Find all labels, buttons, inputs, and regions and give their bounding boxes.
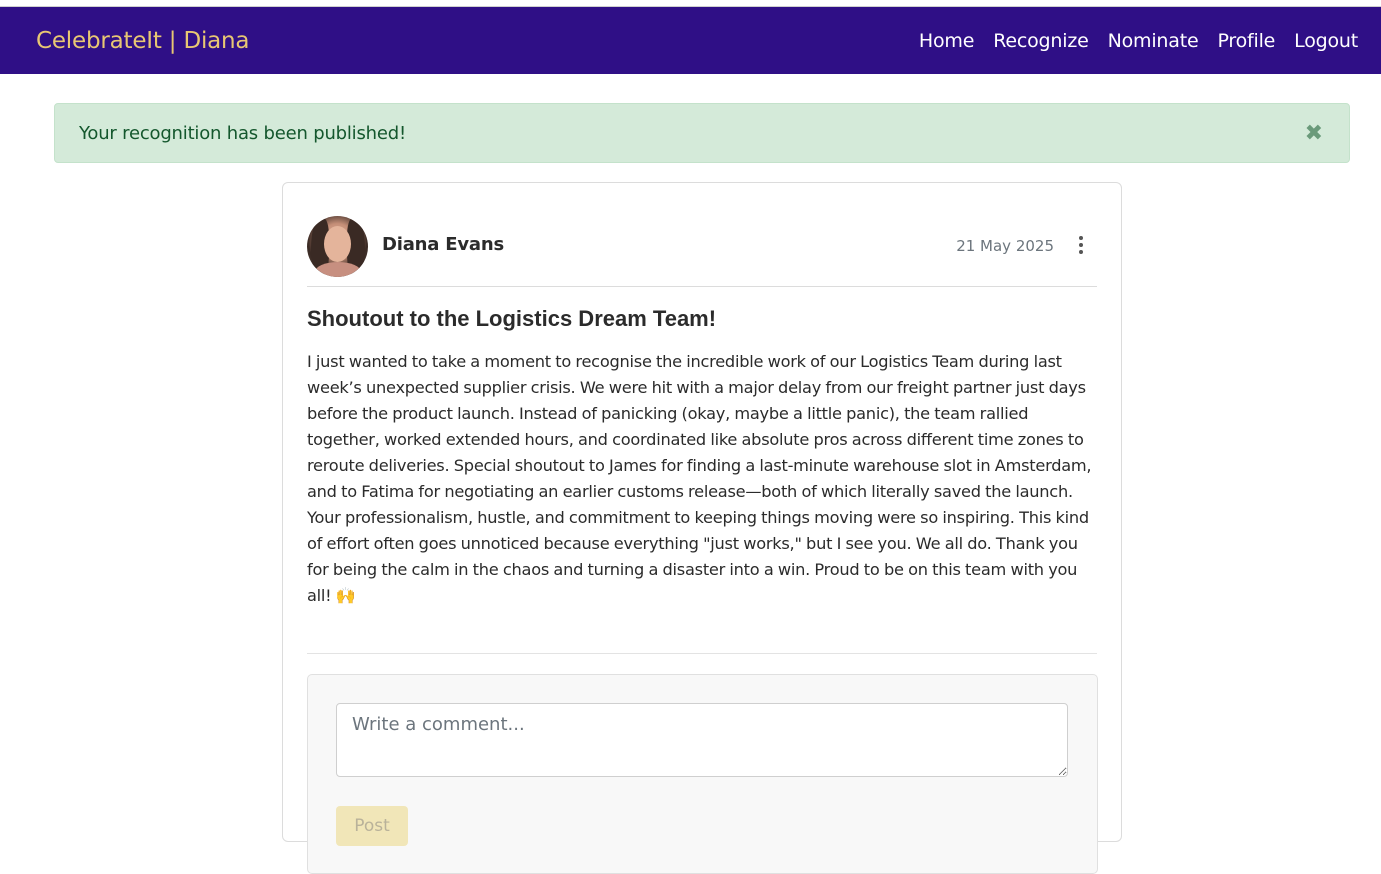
success-alert: Your recognition has been published! ✖ [54,103,1350,163]
recognition-card: Diana Evans 21 May 2025 Shoutout to the … [282,182,1122,874]
post-title: Shoutout to the Logistics Dream Team! [307,306,717,331]
post-header: Diana Evans 21 May 2025 [307,216,1097,287]
nav-link-logout[interactable]: Logout [1294,30,1358,52]
post-comment-button[interactable]: Post [336,806,408,846]
divider [307,653,1097,654]
close-icon[interactable]: ✖ [1305,121,1323,146]
more-vertical-icon[interactable] [1077,236,1085,256]
comment-input[interactable] [336,703,1068,777]
navbar: CelebrateIt | Diana Home Recognize Nomin… [0,7,1381,74]
nav-links: Home Recognize Nominate Profile Logout [900,30,1358,52]
nav-link-home[interactable]: Home [919,30,975,52]
nav-link-nominate[interactable]: Nominate [1108,30,1199,52]
post-body: I just wanted to take a moment to recogn… [307,352,1092,605]
nav-link-profile[interactable]: Profile [1217,30,1275,52]
post-date: 21 May 2025 [956,237,1054,255]
alert-message: Your recognition has been published! [79,122,406,144]
avatar[interactable] [307,216,368,277]
author-name[interactable]: Diana Evans [382,234,504,255]
nav-link-recognize[interactable]: Recognize [993,30,1089,52]
comment-section: Post [307,674,1098,874]
brand-title[interactable]: CelebrateIt | Diana [36,28,250,54]
top-border [0,0,1381,7]
